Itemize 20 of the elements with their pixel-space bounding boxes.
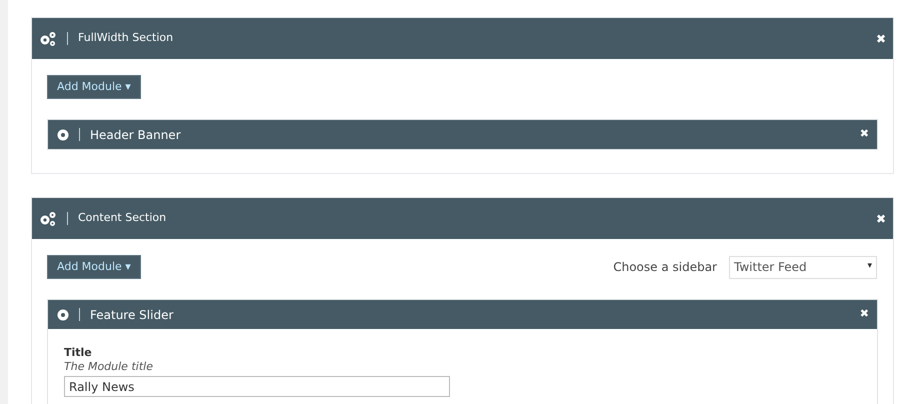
caret-icon: ▾	[867, 260, 872, 274]
field-description: The Module title	[64, 360, 154, 374]
module-title: Feature Slider	[90, 306, 174, 324]
add-module-button[interactable]: Add Module ▾	[47, 255, 141, 279]
sidebar-select[interactable]: Twitter Feed ▾	[729, 256, 877, 278]
close-button[interactable]: ✖	[860, 126, 869, 143]
title-input[interactable]: Rally News	[64, 376, 450, 397]
gear-icon	[57, 308, 69, 320]
close-button[interactable]: ✖	[860, 306, 869, 323]
add-module-button[interactable]: Add Module ▾	[47, 75, 141, 99]
section-title: FullWidth Section	[78, 30, 174, 46]
sidebar-label: Choose a sidebar	[613, 259, 717, 276]
module-title: Header Banner	[90, 126, 181, 144]
section-title: Content Section	[78, 210, 166, 226]
close-button[interactable]: ✖	[876, 30, 886, 48]
field-label: Title	[64, 346, 93, 360]
close-button[interactable]: ✖	[876, 210, 886, 228]
gear-icon	[57, 128, 69, 140]
gears-icon	[39, 30, 57, 46]
gears-icon	[39, 210, 57, 226]
